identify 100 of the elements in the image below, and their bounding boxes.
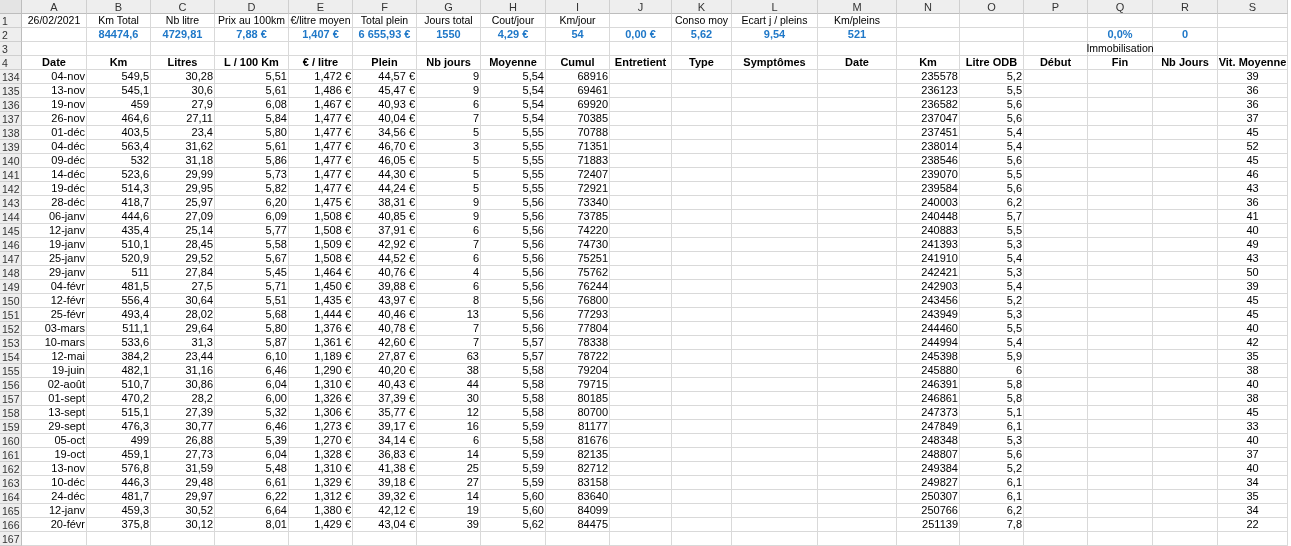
table-cell[interactable]: 8 (417, 294, 481, 308)
table-cell[interactable] (672, 210, 732, 224)
table-cell[interactable]: 5,4 (960, 140, 1024, 154)
table-cell[interactable]: 10-mars (22, 336, 87, 350)
table-cell[interactable]: 5,55 (481, 126, 546, 140)
table-cell[interactable] (1024, 84, 1088, 98)
table-cell[interactable]: 248348 (897, 434, 960, 448)
table-cell[interactable]: 1,472 € (289, 70, 353, 84)
table-cell[interactable] (1088, 518, 1153, 532)
table-cell[interactable] (1088, 476, 1153, 490)
table-cell[interactable] (672, 154, 732, 168)
table-cell[interactable]: 403,5 (87, 126, 151, 140)
table-cell[interactable] (610, 350, 672, 364)
table-cell[interactable] (1024, 182, 1088, 196)
row-header[interactable]: 151 (0, 308, 22, 322)
row-header[interactable]: 139 (0, 140, 22, 154)
row-header[interactable]: 163 (0, 476, 22, 490)
table-cell[interactable]: 46,05 € (353, 154, 417, 168)
table-cell[interactable]: 35 (1218, 350, 1288, 364)
table-cell[interactable]: 12 (417, 406, 481, 420)
table-cell[interactable] (610, 336, 672, 350)
table-cell[interactable] (1088, 224, 1153, 238)
table-cell[interactable] (732, 238, 818, 252)
table-cell[interactable] (818, 42, 897, 56)
row-header[interactable]: 165 (0, 504, 22, 518)
table-cell[interactable]: 5,56 (481, 294, 546, 308)
table-cell[interactable] (732, 462, 818, 476)
table-cell[interactable]: Litre ODB (960, 56, 1024, 70)
table-cell[interactable]: 6,20 (215, 196, 289, 210)
table-cell[interactable]: 78722 (546, 350, 610, 364)
column-header[interactable]: P (1024, 0, 1088, 14)
row-header[interactable]: 156 (0, 378, 22, 392)
table-cell[interactable]: 5,8 (960, 378, 1024, 392)
table-cell[interactable] (732, 182, 818, 196)
table-cell[interactable]: 5,62 (481, 518, 546, 532)
table-cell[interactable] (481, 42, 546, 56)
table-cell[interactable]: 04-févr (22, 280, 87, 294)
table-cell[interactable]: 5,68 (215, 308, 289, 322)
table-cell[interactable]: 246391 (897, 378, 960, 392)
table-cell[interactable] (672, 266, 732, 280)
table-cell[interactable]: 5,56 (481, 210, 546, 224)
table-cell[interactable]: 69461 (546, 84, 610, 98)
table-cell[interactable]: 19 (417, 504, 481, 518)
table-cell[interactable] (610, 532, 672, 546)
table-cell[interactable]: 444,6 (87, 210, 151, 224)
table-cell[interactable]: 31,59 (151, 462, 215, 476)
table-cell[interactable] (818, 448, 897, 462)
table-cell[interactable]: 40 (1218, 378, 1288, 392)
row-header[interactable]: 154 (0, 350, 22, 364)
table-cell[interactable] (960, 532, 1024, 546)
table-cell[interactable] (1088, 378, 1153, 392)
table-cell[interactable] (672, 252, 732, 266)
table-cell[interactable] (1153, 364, 1218, 378)
column-header[interactable]: S (1218, 0, 1288, 14)
table-cell[interactable] (610, 154, 672, 168)
table-cell[interactable]: 250307 (897, 490, 960, 504)
table-cell[interactable] (1024, 266, 1088, 280)
table-cell[interactable]: 7 (417, 112, 481, 126)
table-cell[interactable] (818, 532, 897, 546)
table-cell[interactable] (1153, 84, 1218, 98)
table-cell[interactable]: 248807 (897, 448, 960, 462)
table-cell[interactable]: 246861 (897, 392, 960, 406)
table-cell[interactable]: 1,477 € (289, 154, 353, 168)
table-cell[interactable]: 19-oct (22, 448, 87, 462)
table-cell[interactable] (1153, 490, 1218, 504)
row-header[interactable]: 137 (0, 112, 22, 126)
table-cell[interactable]: 19-juin (22, 364, 87, 378)
table-cell[interactable]: 5,6 (960, 98, 1024, 112)
table-cell[interactable]: 80700 (546, 406, 610, 420)
table-cell[interactable]: 240448 (897, 210, 960, 224)
table-cell[interactable]: 45 (1218, 294, 1288, 308)
table-cell[interactable]: 40,20 € (353, 364, 417, 378)
table-cell[interactable] (1153, 322, 1218, 336)
table-cell[interactable] (610, 308, 672, 322)
table-cell[interactable]: 5,67 (215, 252, 289, 266)
table-cell[interactable] (732, 434, 818, 448)
table-cell[interactable] (546, 532, 610, 546)
table-cell[interactable] (732, 392, 818, 406)
table-cell[interactable]: 26-nov (22, 112, 87, 126)
table-cell[interactable]: 6,09 (215, 210, 289, 224)
table-cell[interactable]: 1,508 € (289, 252, 353, 266)
table-cell[interactable] (960, 42, 1024, 56)
table-cell[interactable]: 43 (1218, 182, 1288, 196)
row-header[interactable]: 167 (0, 532, 22, 546)
table-cell[interactable]: 5,77 (215, 224, 289, 238)
table-cell[interactable]: 7,8 (960, 518, 1024, 532)
table-cell[interactable]: 79715 (546, 378, 610, 392)
table-cell[interactable]: 40,04 € (353, 112, 417, 126)
table-cell[interactable]: 75251 (546, 252, 610, 266)
table-cell[interactable] (1024, 322, 1088, 336)
table-cell[interactable] (546, 42, 610, 56)
table-cell[interactable]: 38 (1218, 364, 1288, 378)
table-cell[interactable]: 81177 (546, 420, 610, 434)
table-cell[interactable]: Plein (353, 56, 417, 70)
table-cell[interactable]: 1550 (417, 28, 481, 42)
table-cell[interactable] (1153, 182, 1218, 196)
table-cell[interactable] (1153, 168, 1218, 182)
table-cell[interactable]: 37 (1218, 112, 1288, 126)
table-cell[interactable]: 510,7 (87, 378, 151, 392)
table-cell[interactable]: 27,84 (151, 266, 215, 280)
